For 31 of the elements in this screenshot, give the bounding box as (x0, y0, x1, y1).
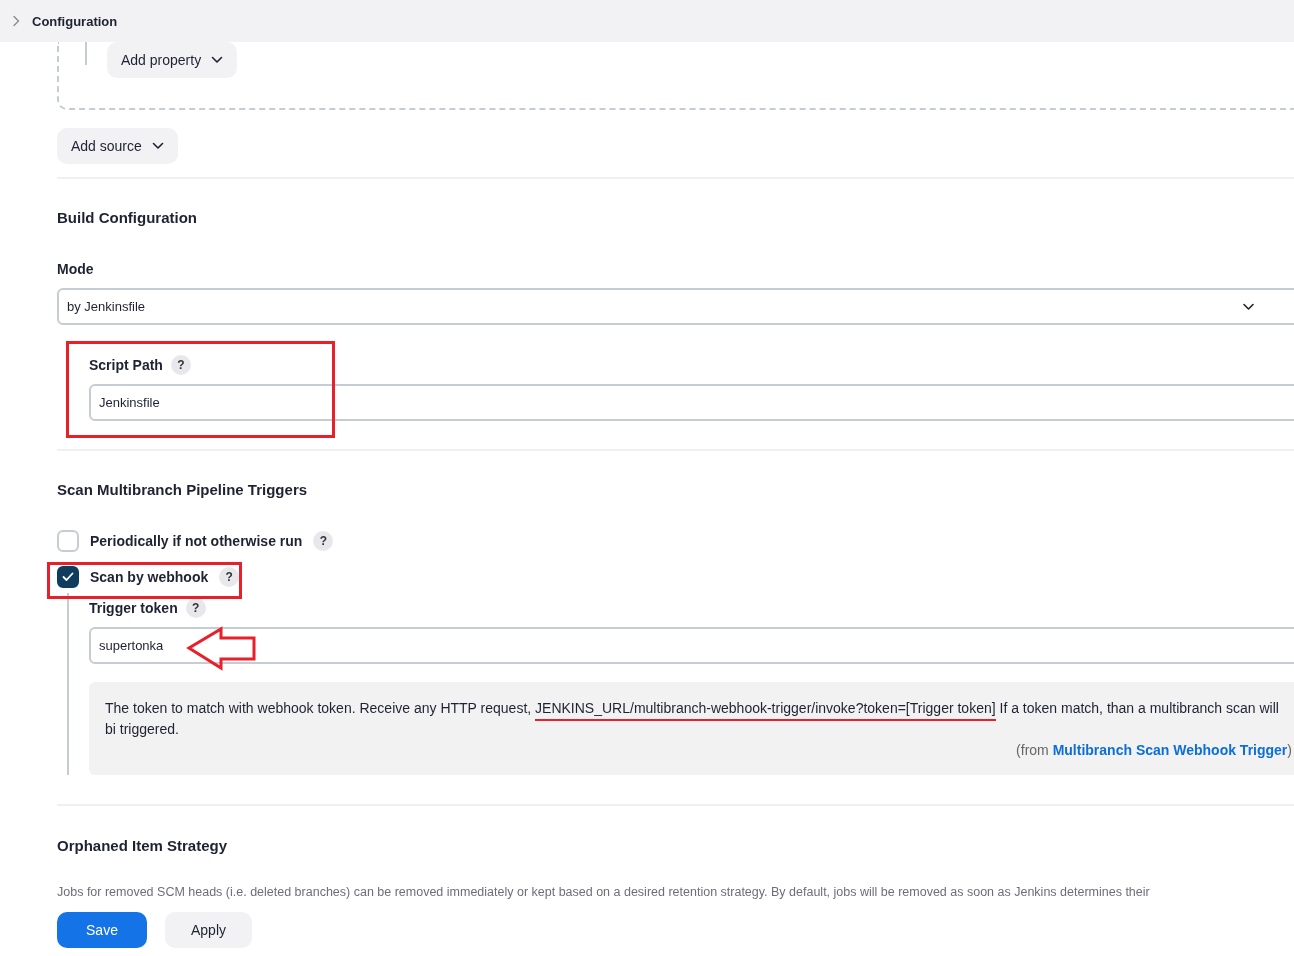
chevron-down-icon (151, 142, 164, 150)
section-title: Build Configuration (57, 208, 198, 228)
help-button[interactable]: ? (313, 531, 334, 551)
section-title: Scan Multibranch Pipeline Triggers (57, 480, 309, 500)
add-property-button[interactable]: Add property (107, 42, 238, 78)
chevron-down-icon (1242, 302, 1255, 311)
checkbox[interactable] (57, 566, 79, 588)
plugin-link[interactable]: Multibranch Scan Webhook Trigger (1052, 742, 1288, 758)
source-note: (from Multibranch Scan Webhook Trigger) (1015, 741, 1292, 760)
help-button[interactable]: ? (170, 355, 191, 375)
help-button[interactable]: ? (219, 567, 240, 587)
add-source-button[interactable]: Add source (57, 128, 178, 164)
chevron-right-icon (12, 15, 20, 27)
field-label: Mode (57, 260, 95, 279)
mode-dropdown[interactable]: by Jenkinsfile (57, 288, 1294, 325)
field-label: Script Path (89, 356, 163, 375)
description-text: Jobs for removed SCM heads (i.e. deleted branches) can be removed immediately or kept based on a desired retention strategy. By default, jobs will be removed as soon as Jenkins determines their (57, 885, 1151, 899)
checkbox-label[interactable]: Scan by webhook (90, 567, 209, 587)
checkmark-icon (62, 572, 74, 582)
section-title: Orphaned Item Strategy (57, 836, 229, 856)
breadcrumb-link[interactable]: Configuration (32, 13, 118, 29)
save-button[interactable]: Save (57, 912, 147, 948)
trigger-token-field[interactable]: supertonka (89, 627, 1294, 664)
help-text: The token to match with webhook token. Receive any HTTP request, JENKINS_URL/multibranch-webhook-trigger/invoke?token=[Trigger token] If a token match, than a multibranch scan will bi triggered. (105, 699, 1280, 739)
arrow-left-icon (186, 626, 258, 672)
field-label: Trigger token (89, 599, 178, 618)
apply-button[interactable]: Apply (165, 912, 252, 948)
script-path-field[interactable]: Jenkinsfile (89, 384, 1294, 421)
checkbox-label[interactable]: Periodically if not otherwise run (90, 531, 303, 551)
chevron-down-icon (211, 56, 224, 64)
help-button[interactable]: ? (185, 598, 206, 618)
